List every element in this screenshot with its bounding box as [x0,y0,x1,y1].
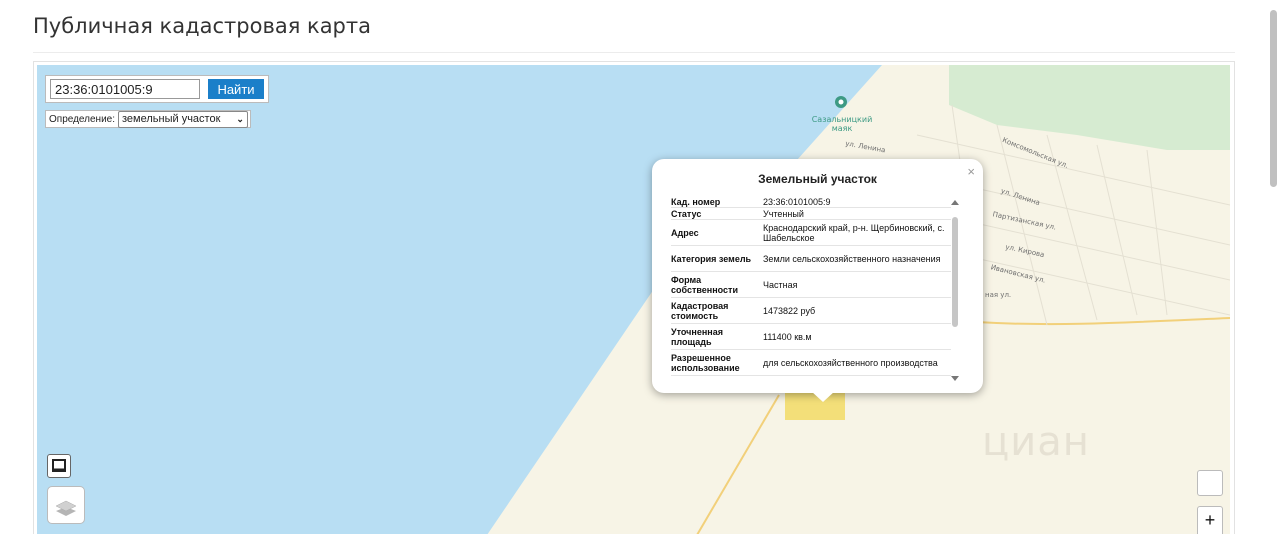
attr-value: 111400 кв.м [763,323,951,350]
attr-value: Учтенный [763,207,951,220]
attr-row: Форма собственности Частная [671,271,951,298]
cadastral-number-input[interactable] [50,79,200,99]
attr-value: 23:36:0101005:9 [763,197,951,208]
basemap-toggle-button[interactable] [47,454,71,478]
attr-key: Статус [671,207,763,220]
fullscreen-button[interactable] [1197,470,1223,496]
layers-icon [55,500,77,516]
parcel-popup: × Земельный участок Кад. номер 23:36:010… [652,159,983,402]
title-divider [33,52,1235,53]
attr-key: Разрешенное использование [671,349,763,376]
attr-value: для сельскохозяйственного производства [763,349,951,376]
attr-row: Кадастровая стоимость 1473822 руб [671,297,951,324]
popup-pointer [811,391,835,402]
street-label: ная ул. [985,291,1012,299]
cian-watermark: циан [982,419,1090,465]
scroll-thumb[interactable] [952,217,958,327]
attr-row: Уточненная площадь 111400 кв.м [671,323,951,350]
attr-value: Частная [763,271,951,298]
popup-title: Земельный участок [758,172,877,186]
definition-label: Определение: [49,113,116,125]
popup-scrollbar[interactable] [951,200,959,381]
attr-key: Категория земель [671,245,763,272]
attr-row: Статус Учтенный [671,207,951,220]
attr-value: Краснодарский край, р-н. Щербиновский, с… [763,219,951,246]
map-view[interactable]: Сазальницкий маяк ул. Ленина Комсомольск… [37,65,1230,534]
attr-row: Категория земель Земли сельскохозяйствен… [671,245,951,272]
attr-row: Адрес Краснодарский край, р-н. Щербиновс… [671,219,951,246]
layers-button[interactable] [47,486,85,524]
attr-row: Разрешенное использование для сельскохоз… [671,349,951,376]
attr-key: Форма собственности [671,271,763,298]
chevron-down-icon: ⌄ [236,113,244,124]
poi-label: Сазальницкий маяк [811,115,873,133]
scroll-up-arrow-icon[interactable] [951,200,959,205]
definition-panel: Определение: земельный участок ⌄ [45,110,251,128]
search-panel: Найти [45,75,269,103]
attr-value: 1473822 руб [763,297,951,324]
attr-key: Кад. номер [671,197,763,208]
scroll-down-arrow-icon[interactable] [951,376,959,381]
attr-key: Адрес [671,219,763,246]
map-frame: Сазальницкий маяк ул. Ленина Комсомольск… [33,61,1235,534]
attr-key: Уточненная площадь [671,323,763,350]
square-frame-icon [52,459,66,472]
page-title: Публичная кадастровая карта [33,14,371,38]
find-button[interactable]: Найти [208,79,264,99]
attributes-table: Кад. номер 23:36:0101005:9 Статус Учтенн… [671,197,951,376]
attr-value: Земли сельскохозяйственного назначения [763,245,951,272]
definition-selected: земельный участок [122,113,221,125]
attr-key: Кадастровая стоимость [671,297,763,324]
attr-row: Кад. номер 23:36:0101005:9 [671,197,951,208]
zoom-in-button[interactable]: + [1197,506,1223,534]
page-scrollbar-thumb[interactable] [1270,10,1277,187]
definition-select[interactable]: земельный участок ⌄ [118,110,248,128]
